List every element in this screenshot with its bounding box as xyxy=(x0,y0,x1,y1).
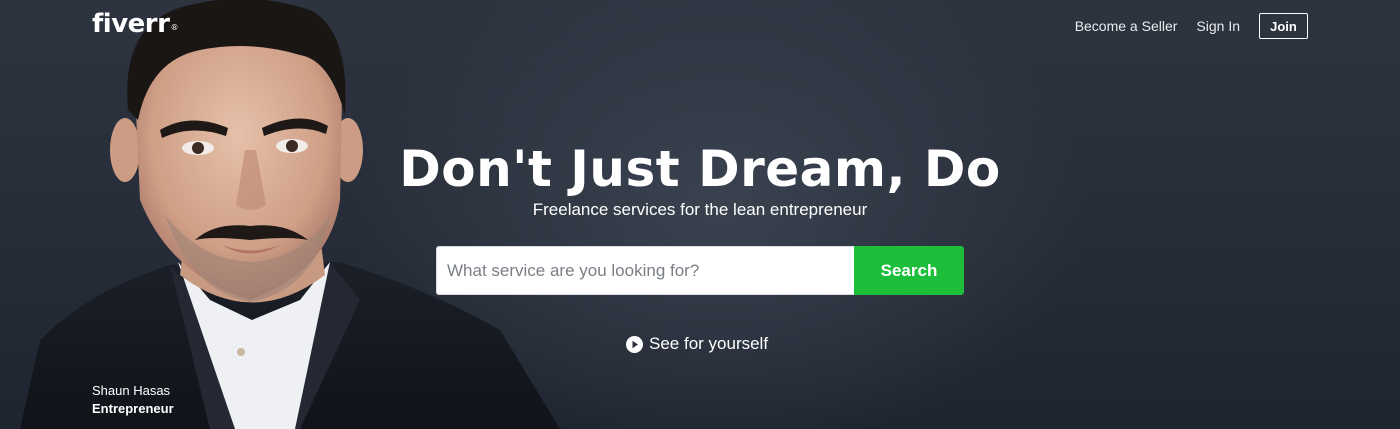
header-nav: Become a Seller Sign In Join xyxy=(1075,13,1308,39)
hero-subheadline: Freelance services for the lean entrepre… xyxy=(532,200,868,219)
hero-section: fiverr® Become a Seller Sign In Join Don… xyxy=(0,0,1400,429)
person-role: Entrepreneur xyxy=(92,401,174,416)
join-button[interactable]: Join xyxy=(1259,13,1308,39)
search-bar: Search xyxy=(436,246,964,295)
become-seller-link[interactable]: Become a Seller xyxy=(1075,18,1178,34)
person-caption: Shaun Hasas Entrepreneur xyxy=(92,382,174,418)
play-circle-icon xyxy=(626,335,643,353)
search-button[interactable]: Search xyxy=(854,246,964,295)
logo-registered-mark: ® xyxy=(170,23,178,32)
person-name: Shaun Hasas xyxy=(92,383,171,398)
logo-text: fiverr xyxy=(92,9,170,39)
see-for-yourself-label: See for yourself xyxy=(649,334,769,353)
search-input[interactable] xyxy=(436,246,854,295)
see-for-yourself-link[interactable]: See for yourself xyxy=(626,334,768,354)
sign-in-link[interactable]: Sign In xyxy=(1196,18,1240,34)
fiverr-logo[interactable]: fiverr® xyxy=(92,8,178,40)
hero-headline: Don't Just Dream, Do xyxy=(399,140,1001,198)
